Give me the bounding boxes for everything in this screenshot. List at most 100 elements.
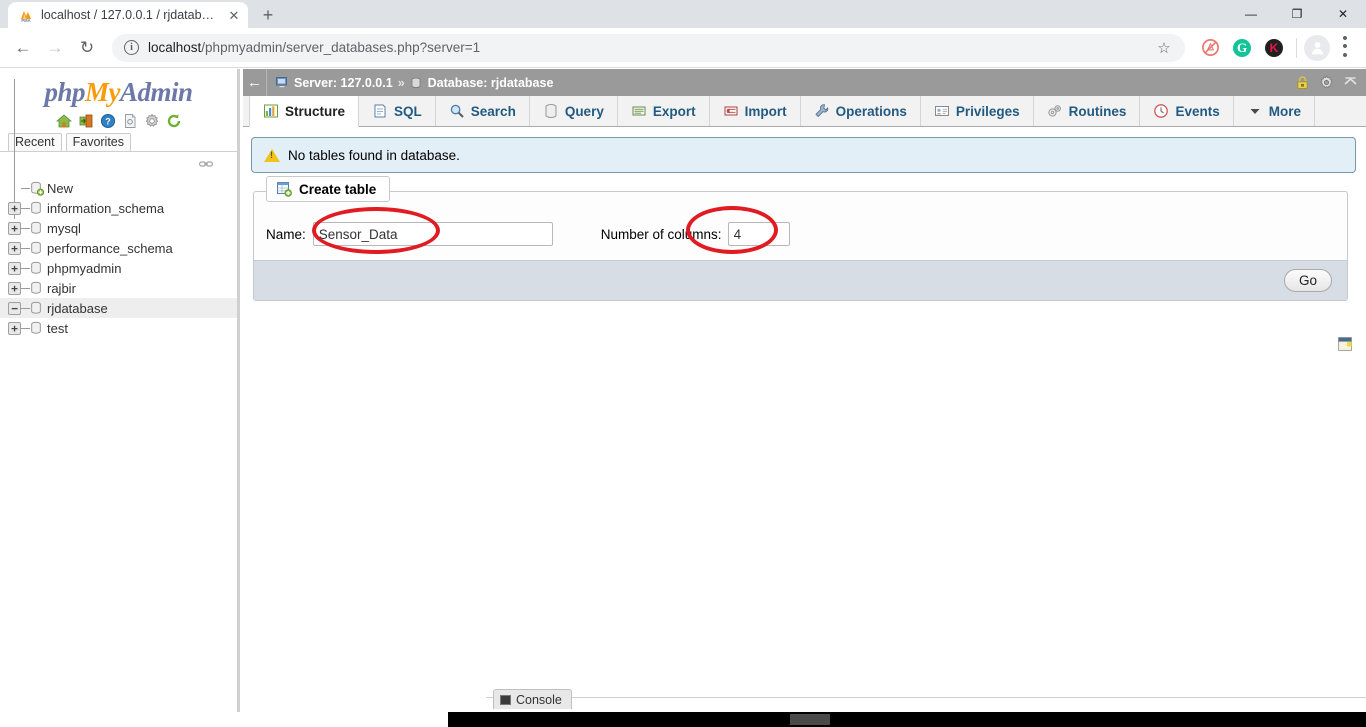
sidebar-link-row: [0, 152, 237, 174]
tab-label: Structure: [285, 103, 346, 119]
window-controls: — ❐ ✕: [1228, 0, 1366, 28]
tab-routines[interactable]: Routines: [1034, 96, 1141, 126]
tree-connector: [21, 187, 30, 189]
sidebar-tab-recent[interactable]: Recent: [8, 133, 62, 151]
tab-import[interactable]: Import: [710, 96, 801, 126]
help-icon[interactable]: ?: [100, 113, 116, 129]
taskbar-item[interactable]: [790, 714, 830, 725]
tab-operations[interactable]: Operations: [801, 96, 921, 126]
server-label[interactable]: Server: 127.0.0.1: [294, 76, 393, 90]
tree-collapse-icon[interactable]: −: [8, 301, 21, 315]
site-info-icon[interactable]: i: [124, 40, 139, 55]
tree-label: rjdatabase: [47, 300, 108, 316]
windows-taskbar[interactable]: [0, 712, 1366, 727]
collapse-icon[interactable]: [1343, 75, 1358, 90]
operations-wrench-icon: [814, 103, 830, 119]
sidebar-tab-favorites[interactable]: Favorites: [65, 133, 132, 151]
tab-sql[interactable]: SQL: [359, 96, 436, 126]
browser-tab-title: localhost / 127.0.0.1 / rjdatabase: [41, 8, 219, 22]
back-button[interactable]: ←: [8, 33, 38, 63]
tree-label: phpmyadmin: [47, 260, 122, 276]
logo-php: php: [44, 77, 85, 107]
breadcrumb-separator: »: [397, 75, 405, 90]
topbar-right-icons: [1295, 69, 1358, 96]
grammarly-icon[interactable]: G: [1229, 35, 1255, 61]
tab-strip: PMA localhost / 127.0.0.1 / rjdatabase ✕…: [0, 0, 282, 28]
sql-icon: [372, 103, 388, 119]
tab-export[interactable]: Export: [618, 96, 710, 126]
tree-item-mysql[interactable]: + mysql: [0, 218, 237, 238]
console-label: Console: [516, 692, 562, 707]
tab-events[interactable]: Events: [1140, 96, 1234, 126]
page-note-icon[interactable]: [1338, 337, 1352, 351]
window-close-button[interactable]: ✕: [1320, 0, 1366, 28]
tree-label: test: [47, 320, 68, 336]
browser-window: PMA localhost / 127.0.0.1 / rjdatabase ✕…: [0, 0, 1366, 727]
kaspersky-icon[interactable]: K: [1261, 35, 1287, 61]
tree-item-phpmyadmin[interactable]: + phpmyadmin: [0, 258, 237, 278]
tree-label: performance_schema: [47, 240, 173, 256]
reload-button[interactable]: ↻: [72, 33, 102, 63]
browser-tab[interactable]: PMA localhost / 127.0.0.1 / rjdatabase ✕: [8, 2, 248, 28]
gear-icon[interactable]: [1319, 75, 1334, 90]
create-table-form-row: Name: Number of columns:: [254, 192, 1347, 260]
tab-query[interactable]: Query: [530, 96, 618, 126]
num-columns-input[interactable]: [727, 222, 790, 246]
bookmark-star-icon[interactable]: ☆: [1151, 35, 1177, 61]
phpmyadmin-logo[interactable]: phpMyAdmin: [0, 69, 237, 110]
profile-avatar[interactable]: [1304, 34, 1330, 61]
tree-expander-icon[interactable]: +: [8, 321, 21, 335]
tree-connector: [21, 247, 30, 249]
tree-connector: [21, 267, 30, 269]
tree-item-rjdatabase[interactable]: − rjdatabase: [0, 298, 237, 318]
url-host: localhost: [148, 40, 202, 55]
adblock-icon[interactable]: [1197, 35, 1223, 61]
home-icon[interactable]: [55, 113, 72, 129]
forward-button[interactable]: →: [40, 33, 70, 63]
link-with-main-panel-icon[interactable]: [199, 156, 214, 167]
table-name-input[interactable]: [312, 222, 553, 246]
tab-label: SQL: [394, 103, 422, 119]
panel-back-arrow-icon[interactable]: ←: [243, 69, 267, 96]
address-bar[interactable]: i localhost/phpmyadmin/server_databases.…: [112, 33, 1185, 62]
server-exit-icon[interactable]: [78, 113, 94, 129]
lock-icon[interactable]: [1295, 75, 1310, 90]
tree-item-rajbir[interactable]: + rajbir: [0, 278, 237, 298]
tab-search[interactable]: Search: [436, 96, 530, 126]
tree-expander-icon[interactable]: +: [8, 221, 21, 235]
new-tab-button[interactable]: +: [254, 2, 282, 28]
no-tables-notice: No tables found in database.: [251, 137, 1356, 173]
url-path: /phpmyadmin/server_databases.php?server=…: [201, 40, 481, 55]
sidebar-quick-icons: ?: [0, 110, 237, 131]
tree-item-test[interactable]: + test: [0, 318, 237, 338]
tab-structure[interactable]: Structure: [249, 96, 360, 127]
tab-close-icon[interactable]: ✕: [226, 7, 242, 23]
go-button[interactable]: Go: [1283, 269, 1332, 292]
reload-icon[interactable]: [166, 113, 182, 129]
tree-item-performance-schema[interactable]: + performance_schema: [0, 238, 237, 258]
database-label[interactable]: Database: rjdatabase: [428, 76, 554, 90]
browser-menu-icon[interactable]: • • •: [1332, 31, 1358, 63]
chevron-down-icon: [1247, 103, 1263, 119]
tree-expander-icon[interactable]: +: [8, 261, 21, 275]
import-icon: [723, 103, 739, 119]
tree-expander-icon[interactable]: +: [8, 281, 21, 295]
create-table-footer: Go: [254, 260, 1347, 300]
warning-triangle-icon: [264, 148, 280, 162]
tab-privileges[interactable]: Privileges: [921, 96, 1034, 126]
tree-expander-icon[interactable]: +: [8, 201, 21, 215]
window-minimize-button[interactable]: —: [1228, 0, 1274, 28]
tree-item-information-schema[interactable]: + information_schema: [0, 198, 237, 218]
console-toggle[interactable]: Console: [493, 689, 572, 709]
window-maximize-button[interactable]: ❐: [1274, 0, 1320, 28]
settings-gear-icon[interactable]: [144, 113, 160, 129]
tree-item-new[interactable]: New: [0, 178, 237, 198]
tree-expander-icon[interactable]: +: [8, 241, 21, 255]
tree-connector: [21, 327, 30, 329]
tab-label: Import: [744, 103, 787, 119]
database-icon: [30, 201, 42, 215]
tab-more[interactable]: More: [1234, 96, 1315, 126]
database-icon: [30, 241, 42, 255]
tab-label: More: [1268, 103, 1301, 119]
documentation-icon[interactable]: [122, 113, 138, 129]
